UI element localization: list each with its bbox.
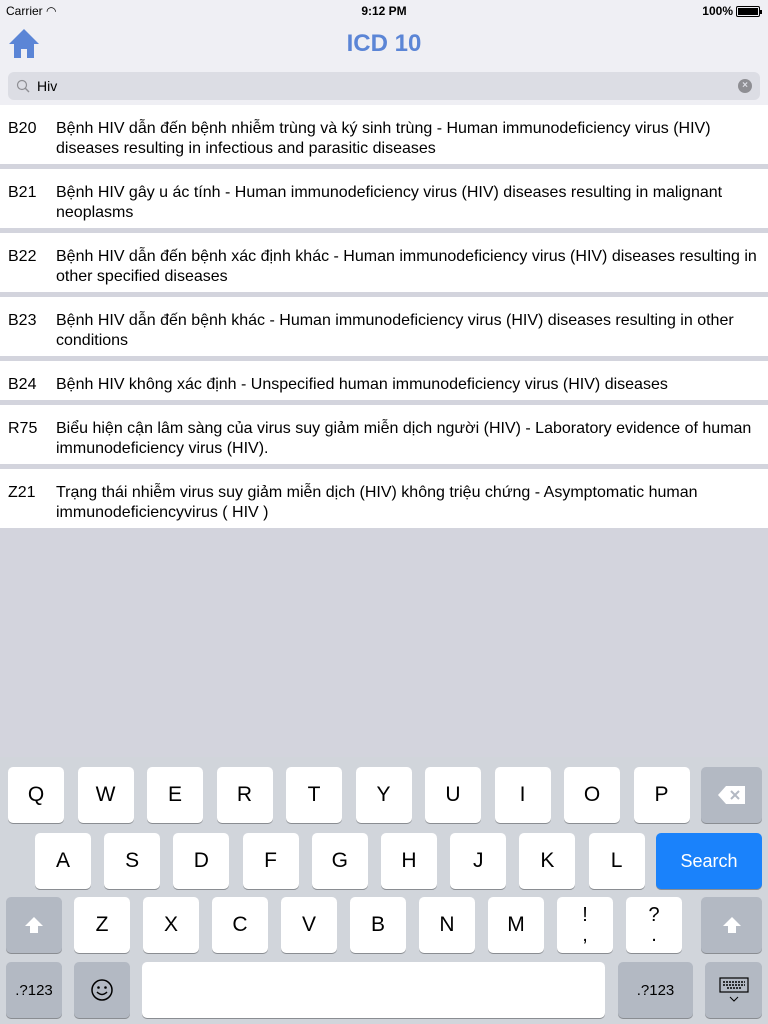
key-j[interactable]: J <box>450 833 507 889</box>
key-l[interactable]: L <box>588 833 645 889</box>
list-item[interactable]: B20 Bệnh HIV dẫn đến bệnh nhiễm trùng và … <box>0 105 768 164</box>
backspace-key[interactable] <box>701 767 762 823</box>
icd-code: B24 <box>8 376 37 393</box>
key-t[interactable]: T <box>286 767 342 823</box>
key-punct-0[interactable]: !, <box>557 897 613 953</box>
backspace-icon <box>717 786 745 804</box>
clock: 9:12 PM <box>361 4 407 18</box>
key-f[interactable]: F <box>242 833 299 889</box>
icd-code: B21 <box>8 184 37 201</box>
key-p[interactable]: P <box>633 767 690 823</box>
key-o[interactable]: O <box>564 767 620 823</box>
list-item[interactable]: B23 Bệnh HIV dẫn đến bệnh khác - Human im… <box>0 297 768 356</box>
key-a[interactable]: A <box>35 833 91 889</box>
emoji-icon <box>91 979 113 1001</box>
key-e[interactable]: E <box>147 767 203 823</box>
icd-code: R75 <box>8 420 38 437</box>
numbers-key-right[interactable]: .?123 <box>618 962 693 1018</box>
icd-code: B22 <box>8 248 37 265</box>
key-h[interactable]: H <box>381 833 437 889</box>
icd-description: Trạng thái nhiễm virus suy giảm miễn dịc… <box>56 484 698 521</box>
icd-description: Bệnh HIV dẫn đến bệnh khác - Human immun… <box>56 312 734 349</box>
icd-description: Bệnh HIV dẫn đến bệnh nhiễm trùng và ký … <box>56 120 711 157</box>
key-g[interactable]: G <box>311 833 368 889</box>
hide-keyboard-key[interactable] <box>705 962 762 1018</box>
icd-code: B23 <box>8 312 37 329</box>
key-q[interactable]: Q <box>8 767 64 823</box>
icd-description: Biểu hiện cận lâm sàng của virus suy giả… <box>56 420 752 457</box>
numbers-key-left[interactable]: .?123 <box>6 962 62 1018</box>
key-x[interactable]: X <box>143 897 199 953</box>
battery-icon <box>736 5 762 17</box>
key-punct-1[interactable]: ?. <box>626 897 682 953</box>
list-item[interactable]: R75 Biểu hiện cận lâm sàng của virus suy … <box>0 405 768 464</box>
keyboard: Q W E R T Y U I O P A S D F G H J K L Search Z X C V B N M!,?. .?12… <box>0 757 768 1024</box>
key-u[interactable]: U <box>425 767 481 823</box>
key-r[interactable]: R <box>216 767 273 823</box>
key-z[interactable]: Z <box>74 897 130 953</box>
key-n[interactable]: N <box>419 897 475 953</box>
list-item[interactable]: Z21 Trạng thái nhiễm virus suy giảm miễn … <box>0 469 768 528</box>
space-key[interactable] <box>142 962 605 1018</box>
emoji-key[interactable] <box>74 962 130 1018</box>
key-d[interactable]: D <box>173 833 230 889</box>
icd-description: Bệnh HIV gây u ác tính - Human immunodef… <box>56 184 723 221</box>
key-b[interactable]: B <box>350 897 406 953</box>
icd-description: Bệnh HIV không xác định - Unspecified hu… <box>56 376 668 393</box>
search-key[interactable]: Search <box>656 833 762 889</box>
battery-status: 100% <box>702 4 762 18</box>
shift-icon <box>25 917 43 933</box>
search-bar[interactable]: × <box>8 72 760 100</box>
page-title: ICD 10 <box>346 30 422 57</box>
header: Carrier ◠ 9:12 PM 100% ICD 10 × <box>0 0 768 105</box>
list-item[interactable]: B24 Bệnh HIV không xác định - Unspecified… <box>0 361 768 400</box>
keyboard-dismiss-icon <box>718 977 749 1002</box>
icd-code: B20 <box>8 120 37 137</box>
search-icon <box>16 79 30 93</box>
results-list: B20 Bệnh HIV dẫn đến bệnh nhiễm trùng và … <box>0 105 768 533</box>
clear-search-icon[interactable]: × <box>738 79 752 93</box>
key-k[interactable]: K <box>519 833 576 889</box>
key-v[interactable]: V <box>281 897 337 953</box>
icd-code: Z21 <box>8 484 36 501</box>
key-i[interactable]: I <box>494 767 551 823</box>
key-y[interactable]: Y <box>355 767 412 823</box>
list-item[interactable]: B21 Bệnh HIV gây u ác tính - Human immuno… <box>0 169 768 228</box>
shift-key-right[interactable] <box>701 897 762 953</box>
shift-icon <box>722 917 741 933</box>
search-input[interactable] <box>37 76 717 96</box>
key-w[interactable]: W <box>77 767 134 823</box>
icd-description: Bệnh HIV dẫn đến bệnh xác định khác - Hu… <box>56 248 757 285</box>
list-item[interactable]: B22 Bệnh HIV dẫn đến bệnh xác định khác -… <box>0 233 768 292</box>
shift-key-left[interactable] <box>6 897 62 953</box>
key-c[interactable]: C <box>212 897 268 953</box>
key-s[interactable]: S <box>104 833 161 889</box>
key-m[interactable]: M <box>488 897 544 953</box>
